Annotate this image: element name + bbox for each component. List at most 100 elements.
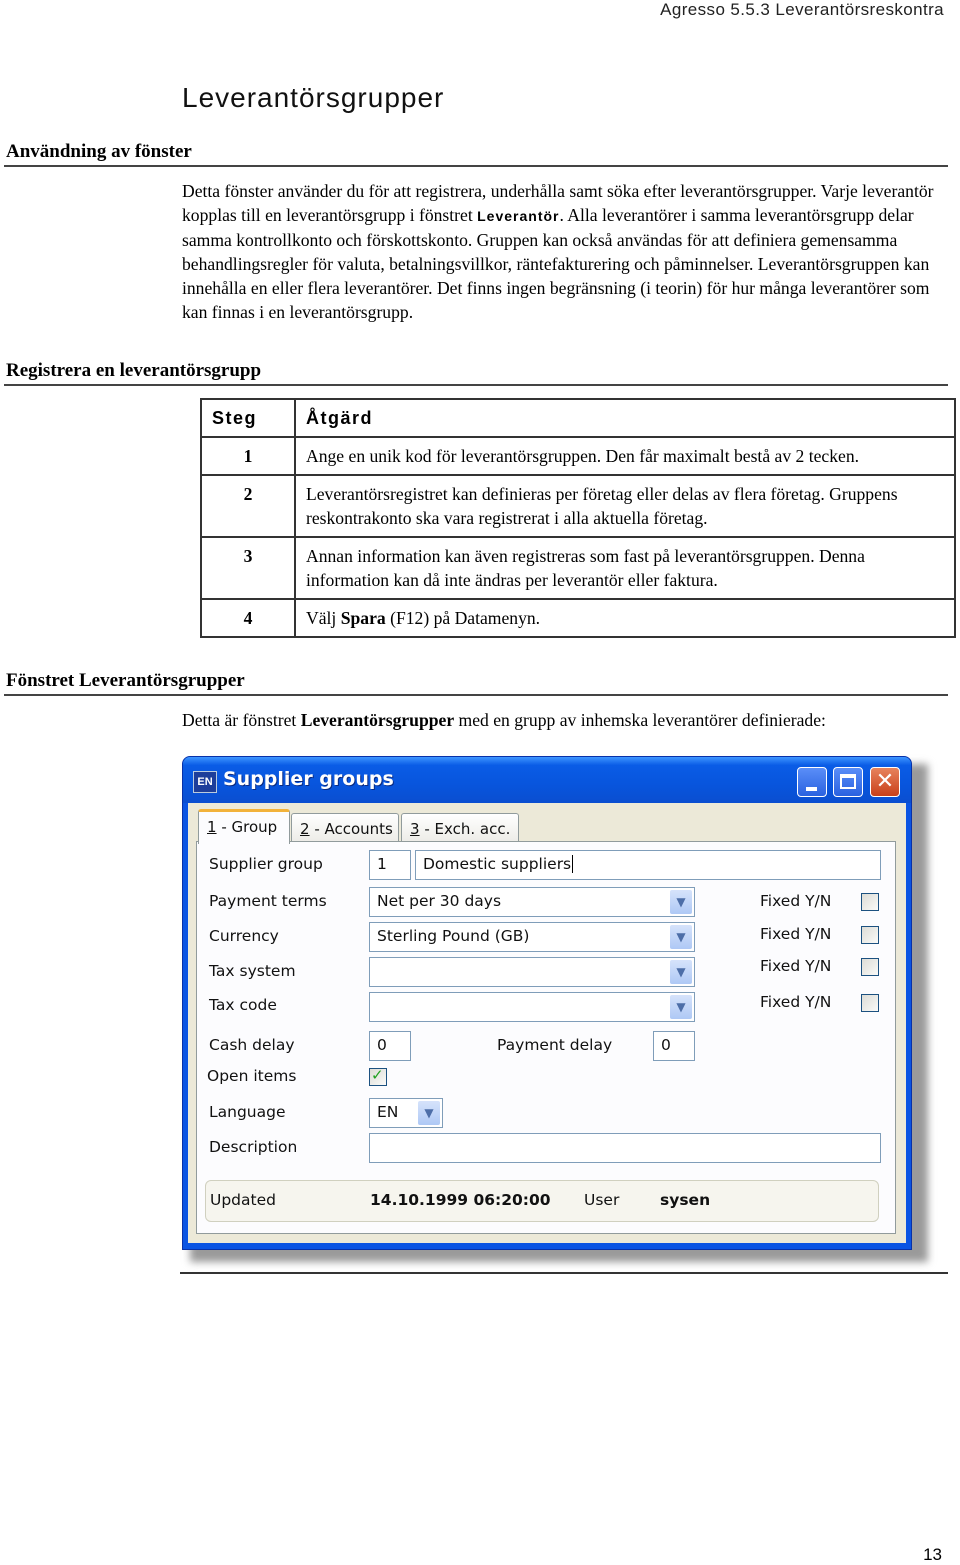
tax-code-label: Tax code [209, 996, 277, 1014]
step-text: Ange en unik kod för leverantörsgruppen.… [294, 436, 956, 476]
tax-code-select[interactable]: ▼ [369, 992, 695, 1022]
description-label: Description [209, 1138, 298, 1156]
currency-label: Currency [209, 927, 279, 945]
cash-delay-label: Cash delay [209, 1036, 295, 1054]
table-header-row: Steg Åtgärd [200, 398, 956, 438]
tab-group[interactable]: 1 - Group [198, 809, 290, 844]
user-value: sysen [660, 1191, 711, 1209]
payment-terms-value: Net per 30 days [377, 892, 502, 910]
intro-text: Detta är fönstret [182, 710, 301, 730]
close-icon: ✕ [875, 769, 895, 794]
section-heading-window: Fönstret Leverantörsgrupper [6, 670, 245, 691]
tab-panel-group: Supplier group 1 Domestic suppliers​ Pay… [196, 841, 896, 1234]
usage-paragraph: Detta fönster använder du för att regist… [182, 179, 952, 324]
section-divider [4, 694, 948, 696]
language-select[interactable]: EN ▼ [369, 1098, 443, 1128]
open-items-checkbox[interactable]: ✓ [369, 1066, 387, 1086]
updated-label: Updated [210, 1191, 276, 1209]
close-button[interactable]: ✕ [870, 767, 900, 797]
step-number: 1 [200, 436, 296, 476]
step-number: 4 [200, 598, 296, 638]
fixed-yn-label: Fixed Y/N [760, 892, 832, 910]
window-title: Supplier groups [223, 768, 394, 790]
tab-exch-acc[interactable]: 3 - Exch. acc. [401, 813, 519, 843]
column-header-step: Steg [200, 398, 296, 438]
language-label: Language [209, 1103, 286, 1121]
tax-system-fixed-checkbox[interactable] [861, 958, 879, 976]
tab-accounts[interactable]: 2 - Accounts [291, 813, 399, 843]
app-icon: EN [193, 771, 217, 793]
supplier-groups-window: EN Supplier groups ✕ 1 - Group 2 - Accou… [182, 756, 912, 1250]
window-client: 1 - Group 2 - Accounts 3 - Exch. acc. Su… [188, 803, 906, 1243]
section-divider [4, 384, 948, 386]
step-number: 2 [200, 474, 296, 538]
section-divider [4, 165, 948, 167]
table-row: 4 Välj Spara (F12) på Datamenyn. [200, 598, 956, 638]
menu-command: Spara [340, 608, 386, 628]
currency-select[interactable]: Sterling Pound (GB) ▼ [369, 922, 695, 952]
fixed-yn-label: Fixed Y/N [760, 993, 832, 1011]
running-header: Agresso 5.5.3 Leverantörsreskontra [660, 0, 944, 19]
checkmark-icon: ✓ [371, 1066, 384, 1084]
tab-key: 2 [300, 820, 310, 838]
step-text: Välj Spara (F12) på Datamenyn. [294, 598, 956, 638]
currency-value: Sterling Pound (GB) [377, 927, 530, 945]
chevron-down-icon[interactable]: ▼ [670, 960, 692, 984]
tax-code-fixed-checkbox[interactable] [861, 994, 879, 1012]
step-text-part: Välj [306, 608, 341, 628]
maximize-icon [840, 774, 856, 789]
intro-text-cont: med en grupp av inhemska leverantörer de… [454, 710, 826, 730]
supplier-group-name-value: Domestic suppliers [423, 855, 572, 873]
window-name: Leverantörsgrupper [300, 710, 455, 730]
text-cursor: ​ [572, 855, 574, 873]
payment-terms-fixed-checkbox[interactable] [861, 893, 879, 911]
tab-label: - Group [216, 818, 278, 836]
maximize-button[interactable] [833, 767, 863, 797]
fixed-yn-label: Fixed Y/N [760, 925, 832, 943]
steps-table: Steg Åtgärd 1 Ange en unik kod för lever… [200, 398, 956, 638]
title-bar[interactable]: EN Supplier groups ✕ [183, 757, 911, 803]
tab-key: 3 [410, 820, 420, 838]
supplier-group-code-input[interactable]: 1 [369, 850, 411, 880]
payment-delay-input[interactable]: 0 [653, 1031, 695, 1061]
tax-system-select[interactable]: ▼ [369, 957, 695, 987]
table-row: 3 Annan information kan även registreras… [200, 536, 956, 600]
section-heading-register: Registrera en leverantörsgrupp [6, 360, 262, 381]
fixed-yn-label: Fixed Y/N [760, 957, 832, 975]
language-value: EN [377, 1103, 399, 1121]
status-panel: Updated 14.10.1999 06:20:00 User sysen [205, 1180, 879, 1222]
chevron-down-icon[interactable]: ▼ [418, 1101, 440, 1125]
minimize-button[interactable] [797, 767, 827, 797]
payment-delay-label: Payment delay [497, 1036, 613, 1054]
step-text: Leverantörsregistret kan definieras per … [294, 474, 956, 538]
step-text-part: (F12) på Datamenyn. [385, 608, 541, 628]
window-reference: Leverantör [477, 208, 560, 224]
tax-system-label: Tax system [209, 962, 296, 980]
supplier-group-name-input[interactable]: Domestic suppliers​ [415, 850, 881, 880]
currency-fixed-checkbox[interactable] [861, 926, 879, 944]
supplier-group-label: Supplier group [209, 855, 323, 873]
bottom-divider [180, 1272, 948, 1274]
chevron-down-icon[interactable]: ▼ [670, 995, 692, 1019]
user-label: User [584, 1191, 620, 1209]
chevron-down-icon[interactable]: ▼ [670, 890, 692, 914]
section-heading-usage: Användning av fönster [6, 141, 192, 162]
updated-value: 14.10.1999 06:20:00 [370, 1191, 551, 1209]
description-input[interactable] [369, 1133, 881, 1163]
cash-delay-input[interactable]: 0 [369, 1031, 411, 1061]
tab-label: - Accounts [309, 820, 393, 838]
column-header-action: Åtgärd [294, 398, 956, 438]
page-number: 13 [923, 1545, 942, 1564]
open-items-label: Open items [207, 1067, 297, 1085]
payment-terms-label: Payment terms [209, 892, 327, 910]
step-number: 3 [200, 536, 296, 600]
page-title: Leverantörsgrupper [182, 82, 445, 113]
minimize-icon [806, 787, 817, 791]
tab-label: - Exch. acc. [419, 820, 511, 838]
chevron-down-icon[interactable]: ▼ [670, 925, 692, 949]
step-text: Annan information kan även registreras s… [294, 536, 956, 600]
payment-terms-select[interactable]: Net per 30 days ▼ [369, 887, 695, 917]
tab-key: 1 [207, 818, 217, 836]
window-intro: Detta är fönstret Leverantörsgrupper med… [182, 708, 952, 732]
table-row: 2 Leverantörsregistret kan definieras pe… [200, 474, 956, 538]
